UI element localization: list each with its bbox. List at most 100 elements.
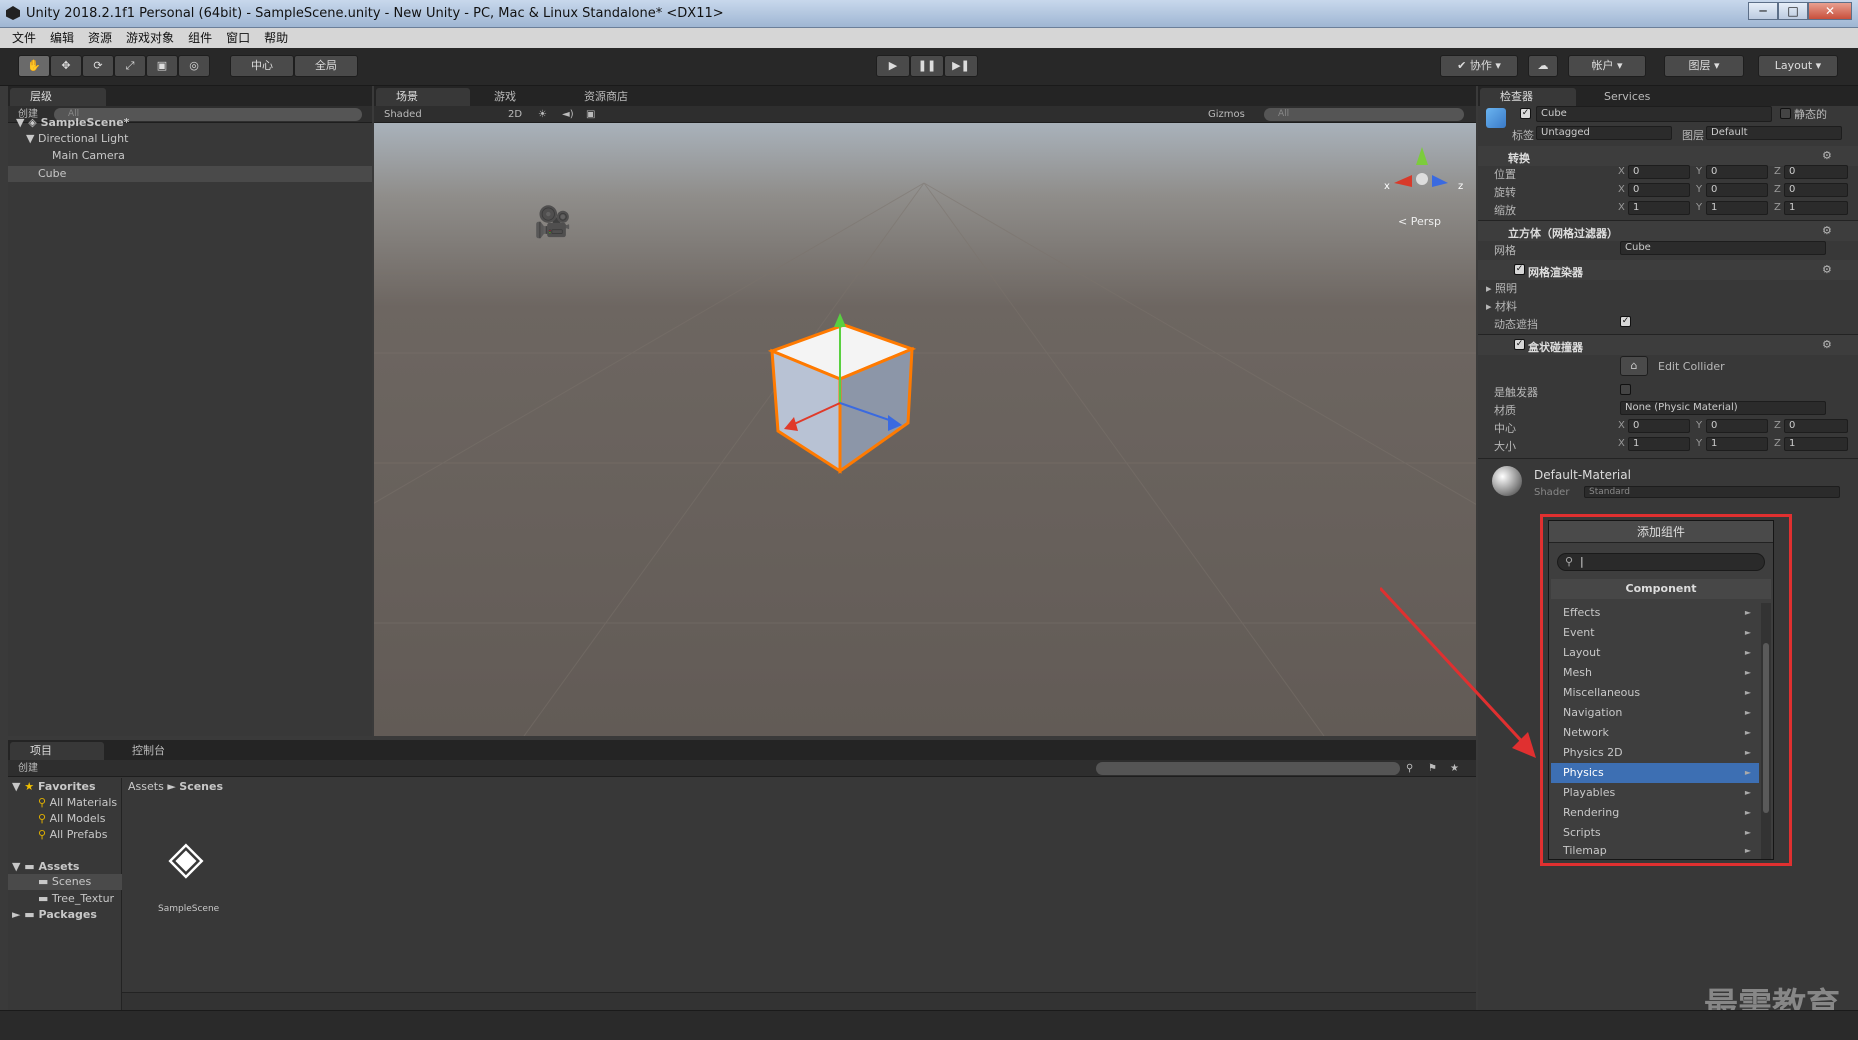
fav-all-materials[interactable]: ⚲ All Materials (38, 796, 117, 809)
menu-help[interactable]: 帮助 (264, 28, 288, 48)
scale-z-input[interactable]: 1 (1784, 201, 1848, 215)
gizmos-dropdown[interactable]: Gizmos (1208, 106, 1245, 123)
center-z-input[interactable]: 0 (1784, 419, 1848, 433)
fav-all-prefabs[interactable]: ⚲ All Prefabs (38, 828, 108, 841)
close-button[interactable]: ✕ (1808, 2, 1852, 20)
mesh-field[interactable]: Cube (1620, 241, 1826, 255)
size-x-input[interactable]: 1 (1628, 437, 1690, 451)
box-collider-header[interactable]: ✓ 盒状碰撞器 ⚙ (1478, 335, 1858, 355)
center-x-input[interactable]: 0 (1628, 419, 1690, 433)
rotation-x-input[interactable]: 0 (1628, 183, 1690, 197)
packages-node[interactable]: ► ▬ Packages (12, 908, 97, 921)
scale-y-input[interactable]: 1 (1706, 201, 1768, 215)
collab-dropdown[interactable]: ✔ 协作 ▾ (1440, 55, 1518, 77)
breadcrumb-assets[interactable]: Assets (128, 780, 164, 793)
hierarchy-item-cube[interactable]: Cube (8, 166, 372, 182)
object-name-input[interactable]: Cube (1536, 106, 1772, 122)
component-settings-icon[interactable]: ⚙ (1822, 263, 1832, 276)
mesh-filter-header[interactable]: 立方体（网格过滤器） ⚙ (1478, 221, 1858, 241)
tab-project[interactable]: 项目 (10, 742, 104, 760)
position-y-input[interactable]: 0 (1706, 165, 1768, 179)
play-button[interactable]: ▶ (876, 55, 910, 77)
is-trigger-checkbox[interactable] (1620, 384, 1631, 395)
dynamic-occlusion-checkbox[interactable]: ✓ (1620, 316, 1631, 327)
folder-scenes[interactable]: ▬ Scenes (8, 874, 122, 890)
effects-icon[interactable]: ▣ (586, 106, 595, 123)
mesh-renderer-header[interactable]: ✓ 网格渲染器 ⚙ (1478, 260, 1858, 280)
fav-all-models[interactable]: ⚲ All Models (38, 812, 105, 825)
static-checkbox[interactable] (1780, 108, 1791, 119)
account-dropdown[interactable]: 帐户 ▾ (1568, 55, 1646, 77)
menu-file[interactable]: 文件 (12, 28, 36, 48)
mode-2d-toggle[interactable]: 2D (508, 106, 522, 123)
tab-hierarchy[interactable]: 层级 (10, 88, 106, 106)
hierarchy-item-main-camera[interactable]: Main Camera (52, 149, 125, 162)
rotate-tool-icon[interactable]: ⟳ (82, 55, 114, 77)
tab-scene[interactable]: 场景 (376, 88, 470, 106)
unity-scene-file-icon[interactable]: ◈ (156, 830, 216, 890)
scene-root[interactable]: ▼ ◈ SampleScene* (16, 116, 129, 129)
mesh-renderer-enabled-checkbox[interactable]: ✓ (1514, 264, 1525, 275)
scale-tool-icon[interactable]: ⤢ (114, 55, 146, 77)
hierarchy-item-directional-light[interactable]: ▼ Directional Light (26, 132, 128, 145)
tab-services[interactable]: Services (1584, 88, 1674, 106)
scene-viewport[interactable]: 🎥 x z < Persp (374, 123, 1476, 736)
audio-icon[interactable]: ◄) (562, 106, 574, 123)
persp-label[interactable]: < Persp (1398, 215, 1441, 228)
scene-orientation-gizmo[interactable] (1382, 137, 1462, 217)
menu-gameobject[interactable]: 游戏对象 (126, 28, 174, 48)
cube-object[interactable] (754, 303, 934, 483)
step-button[interactable]: ▶❚ (944, 55, 978, 77)
box-collider-enabled-checkbox[interactable]: ✓ (1514, 339, 1525, 350)
scene-file-name[interactable]: SampleScene (158, 904, 219, 914)
lighting-foldout[interactable]: ▸ 照明 (1486, 280, 1517, 296)
folder-tree-textures[interactable]: ▬ Tree_Textur (38, 892, 114, 905)
global-toggle[interactable]: 全局 (294, 55, 358, 77)
breadcrumb-scenes[interactable]: Scenes (179, 780, 223, 793)
hand-tool-icon[interactable]: ✋ (18, 55, 50, 77)
rect-tool-icon[interactable]: ▣ (146, 55, 178, 77)
menu-window[interactable]: 窗口 (226, 28, 250, 48)
rotation-z-input[interactable]: 0 (1784, 183, 1848, 197)
layer-dropdown[interactable]: Default (1706, 126, 1842, 140)
rotation-y-input[interactable]: 0 (1706, 183, 1768, 197)
component-settings-icon[interactable]: ⚙ (1822, 224, 1832, 237)
component-settings-icon[interactable]: ⚙ (1822, 338, 1832, 351)
transform-header[interactable]: 转换 ⚙ (1478, 146, 1858, 166)
assets-node[interactable]: ▼ ▬ Assets (12, 860, 79, 873)
tab-inspector[interactable]: 检查器 (1480, 88, 1576, 106)
shader-dropdown[interactable]: Standard (1584, 486, 1840, 498)
scale-x-input[interactable]: 1 (1628, 201, 1690, 215)
pivot-toggle[interactable]: 中心 (230, 55, 294, 77)
menu-assets[interactable]: 资源 (88, 28, 112, 48)
project-create-dropdown[interactable]: 创建 (18, 760, 38, 777)
transform-tool-icon[interactable]: ◎ (178, 55, 210, 77)
cloud-icon[interactable]: ☁ (1528, 55, 1558, 77)
camera-icon[interactable]: 🎥 (534, 205, 571, 240)
scene-search-input[interactable]: All (1264, 108, 1464, 121)
tag-dropdown[interactable]: Untagged (1536, 126, 1672, 140)
layers-dropdown[interactable]: 图层 ▾ (1664, 55, 1744, 77)
materials-foldout[interactable]: ▸ 材料 (1486, 298, 1517, 314)
favorites-node[interactable]: ▼ ★ Favorites (12, 780, 96, 793)
menu-edit[interactable]: 编辑 (50, 28, 74, 48)
tab-asset-store[interactable]: 资源商店 (564, 88, 664, 106)
tab-game[interactable]: 游戏 (474, 88, 558, 106)
component-settings-icon[interactable]: ⚙ (1822, 149, 1832, 162)
project-search-input[interactable] (1096, 762, 1400, 775)
layout-dropdown[interactable]: Layout ▾ (1758, 55, 1838, 77)
menu-component[interactable]: 组件 (188, 28, 212, 48)
edit-collider-icon[interactable]: ⌂ (1620, 356, 1648, 376)
active-checkbox[interactable]: ✓ (1520, 108, 1531, 119)
collider-material-field[interactable]: None (Physic Material) (1620, 401, 1826, 415)
center-y-input[interactable]: 0 (1706, 419, 1768, 433)
minimize-button[interactable]: ─ (1748, 2, 1778, 20)
position-x-input[interactable]: 0 (1628, 165, 1690, 179)
pause-button[interactable]: ❚❚ (910, 55, 944, 77)
lighting-icon[interactable]: ☀ (538, 106, 547, 123)
position-z-input[interactable]: 0 (1784, 165, 1848, 179)
tab-console[interactable]: 控制台 (112, 742, 202, 760)
move-tool-icon[interactable]: ✥ (50, 55, 82, 77)
shading-dropdown[interactable]: Shaded (384, 106, 422, 123)
maximize-button[interactable]: □ (1778, 2, 1808, 20)
